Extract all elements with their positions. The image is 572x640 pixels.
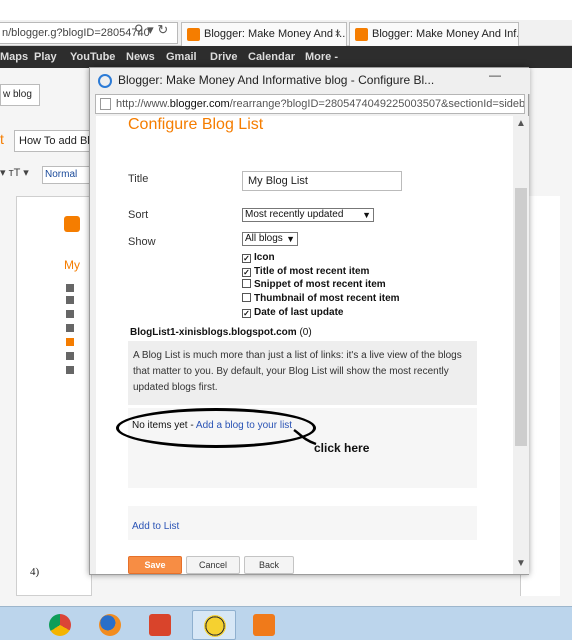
- add-to-list-link[interactable]: Add to List: [132, 521, 179, 532]
- editor-toolbar: ▾ тT ▾: [0, 166, 29, 179]
- google-bar-drive[interactable]: Drive: [210, 46, 238, 68]
- url-prefix: http://www.: [116, 98, 170, 110]
- description-box: A Blog List is much more than just a lis…: [128, 341, 477, 405]
- sort-select[interactable]: Most recently updated ▼: [242, 208, 374, 222]
- chrome-icon: [49, 614, 71, 636]
- checkbox-checked[interactable]: ✓: [242, 254, 251, 263]
- url-domain: blogger.com: [169, 98, 230, 110]
- stats-icon: [66, 310, 74, 318]
- minimize-button[interactable]: —: [480, 68, 510, 88]
- annotation-ellipse: [116, 408, 316, 448]
- checkbox-unchecked[interactable]: [242, 279, 251, 288]
- page-title: Configure Blog List: [128, 116, 264, 133]
- option-snippet-recent[interactable]: Snippet of most recent item: [242, 279, 386, 290]
- list-number: 4): [30, 566, 40, 578]
- dropdown-icon[interactable]: ▾: [0, 167, 6, 179]
- tab-label: Blogger: Make Money And I...: [204, 28, 347, 40]
- chevron-down-icon: ▼: [286, 234, 295, 244]
- media-player-icon: [253, 614, 275, 636]
- google-bar-maps[interactable]: Maps: [0, 46, 28, 68]
- tools-icon: [66, 366, 74, 374]
- close-tab-icon[interactable]: ×: [335, 23, 341, 45]
- blog-list-id: BlogList1-xinisblogs.blogspot.com (0): [130, 327, 312, 338]
- popup-address-bar[interactable]: http://www.blogger.com/rearrange?blogID=…: [95, 94, 525, 114]
- add-to-list-box: [128, 506, 477, 540]
- taskbar-presentation[interactable]: [138, 610, 182, 640]
- option-date-last-update[interactable]: ✓ Date of last update: [242, 307, 343, 318]
- back-button[interactable]: Back: [244, 556, 294, 574]
- chevron-down-icon: ▼: [362, 210, 371, 220]
- address-bar-actions: ⚲ ▾ ↻: [134, 20, 168, 40]
- scroll-up-icon[interactable]: ▲: [516, 118, 526, 129]
- description-text: A Blog List is much more than just a lis…: [133, 350, 462, 393]
- configure-blog-list-window: Blogger: Make Money And Informative blog…: [89, 67, 530, 575]
- checkbox-checked[interactable]: ✓: [242, 268, 251, 277]
- template-icon: [66, 338, 74, 346]
- option-title-recent[interactable]: ✓ Title of most recent item: [242, 266, 369, 277]
- option-icon[interactable]: ✓ Icon: [242, 252, 275, 263]
- save-button[interactable]: Save: [128, 556, 182, 574]
- google-bar-news[interactable]: News: [126, 46, 155, 68]
- option-thumbnail-recent[interactable]: Thumbnail of most recent item: [242, 293, 400, 304]
- earnings-icon: [66, 324, 74, 332]
- google-bar-gmail[interactable]: Gmail: [166, 46, 197, 68]
- google-bar-more[interactable]: More -: [305, 46, 338, 68]
- blogger-logo-icon: [64, 216, 80, 232]
- show-select[interactable]: All blogs ▼: [242, 232, 298, 246]
- window-titlebar[interactable]: Blogger: Make Money And Informative blog…: [90, 68, 530, 94]
- cancel-button[interactable]: Cancel: [186, 556, 240, 574]
- configure-form: Configure Blog List Title My Blog List S…: [96, 116, 513, 574]
- title-label: Title: [128, 173, 149, 185]
- taskbar-chrome[interactable]: [38, 610, 82, 640]
- window-title: Blogger: Make Money And Informative blog…: [118, 73, 435, 87]
- title-input[interactable]: My Blog List: [242, 171, 402, 191]
- page-icon: [100, 98, 111, 110]
- url-suffix: /rearrange?blogID=2805474049225003507&se…: [229, 98, 525, 110]
- google-bar-youtube[interactable]: YouTube: [70, 46, 115, 68]
- address-text: n/blogger.g?blogID=28054740: [2, 27, 150, 39]
- post-title-input[interactable]: How To add Blog: [14, 130, 94, 152]
- layout-icon: [66, 296, 74, 304]
- scrollbar-thumb[interactable]: [515, 188, 527, 446]
- tab-label: Blogger: Make Money And Inf...: [372, 28, 519, 40]
- show-select-value: All blogs: [245, 233, 283, 244]
- checkbox-unchecked[interactable]: [242, 293, 251, 302]
- scrollbar[interactable]: ▲ ▼: [513, 116, 529, 574]
- browser-tab-2[interactable]: Blogger: Make Money And Inf...: [349, 22, 519, 46]
- scroll-down-icon[interactable]: ▼: [516, 558, 526, 569]
- google-bar-calendar[interactable]: Calendar: [248, 46, 295, 68]
- presentation-app-icon: [149, 614, 171, 636]
- sort-label: Sort: [128, 209, 149, 221]
- google-bar-play[interactable]: Play: [34, 46, 57, 68]
- taskbar-media[interactable]: [242, 610, 286, 640]
- checkbox-checked[interactable]: ✓: [242, 309, 251, 318]
- dashboard-icon: [66, 284, 74, 292]
- firefox-icon: [99, 614, 121, 636]
- new-blog-button[interactable]: w blog: [0, 84, 40, 106]
- ie-browser-icon: [98, 74, 112, 88]
- show-label: Show: [128, 236, 156, 248]
- taskbar-browser[interactable]: [192, 610, 236, 640]
- editor-area[interactable]: [16, 196, 92, 596]
- format-select[interactable]: Normal: [42, 166, 92, 184]
- sidebar-heading: My: [64, 258, 80, 272]
- sort-select-value: Most recently updated: [245, 209, 344, 220]
- browser-tab-1[interactable]: Blogger: Make Money And I... ×: [181, 22, 347, 46]
- taskbar-firefox[interactable]: [88, 610, 132, 640]
- blogger-favicon-icon: [187, 28, 200, 41]
- blogger-favicon-icon: [355, 28, 368, 41]
- search-icon[interactable]: ⚲: [134, 22, 144, 37]
- globe-icon: [204, 615, 226, 637]
- taskbar: [0, 606, 572, 640]
- post-title-marker: t: [0, 131, 4, 147]
- annotation-label: click here: [314, 441, 370, 455]
- pages-icon: [66, 352, 74, 360]
- google-bar: Maps Play YouTube News Gmail Drive Calen…: [0, 46, 572, 68]
- dropdown-icon[interactable]: ▾: [147, 22, 154, 37]
- refresh-icon[interactable]: ↻: [157, 22, 168, 37]
- font-size-icon[interactable]: тT ▾: [9, 167, 29, 179]
